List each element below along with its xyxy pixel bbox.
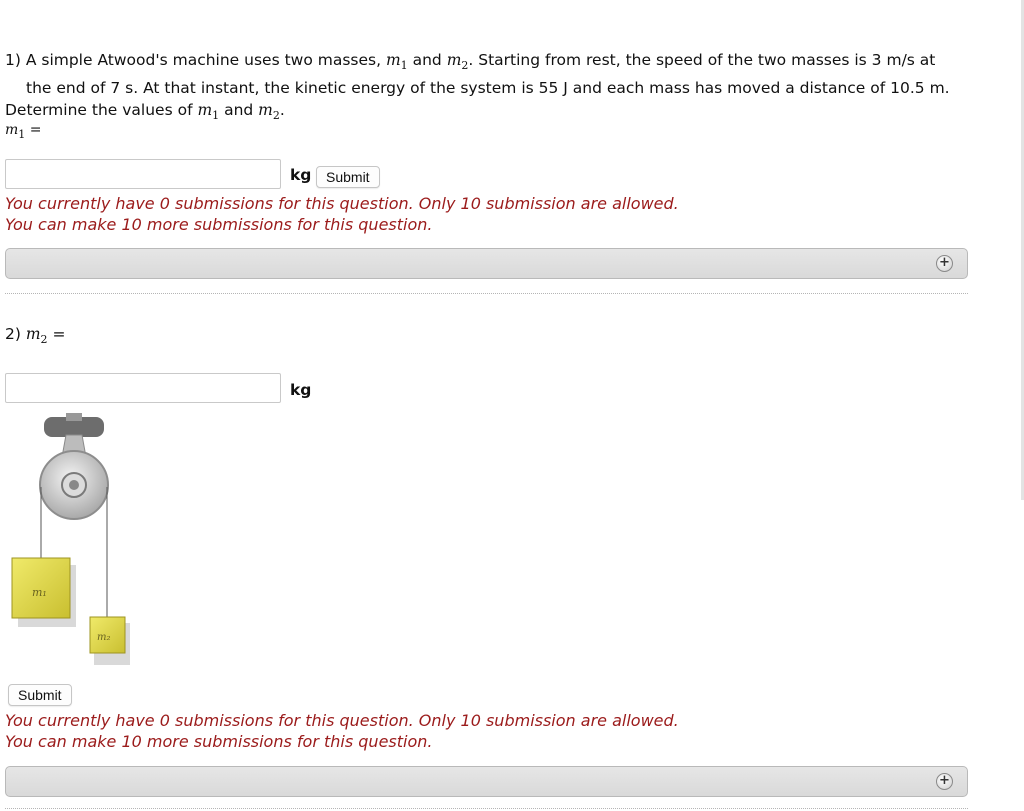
question-1-line2: the end of 7 s. At that instant, the kin… (26, 79, 950, 98)
m2-answer-input[interactable] (5, 373, 281, 403)
question-2-hint-bar[interactable]: + (5, 766, 968, 797)
question-1-text: 1) A simple Atwood's machine uses two ma… (5, 51, 950, 123)
m1-prompt: m1 = (5, 122, 42, 141)
question-1-line3: Determine the values of m1 and m2. (5, 101, 285, 123)
m1-answer-input[interactable] (5, 159, 281, 189)
atwood-machine-figure: m₁ m₂ (11, 413, 130, 665)
mass-m1-label: m₁ (32, 586, 47, 599)
plus-circle-icon[interactable]: + (936, 773, 953, 790)
m2-submit-button[interactable]: Submit (8, 684, 72, 706)
question-divider (5, 293, 968, 294)
m2-variable: m2 (446, 51, 469, 73)
m1-submit-button[interactable]: Submit (316, 166, 380, 188)
question-1-notice-line1: You currently have 0 submissions for thi… (5, 194, 679, 213)
m2-unit-label: kg (290, 381, 312, 399)
plus-circle-icon[interactable]: + (936, 255, 953, 272)
question-1-notice-line2: You can make 10 more submissions for thi… (5, 215, 433, 234)
m2-prompt: 2) m2 = (5, 325, 66, 347)
question-1-hint-bar[interactable]: + (5, 248, 968, 279)
mass-m2-label: m₂ (97, 632, 111, 643)
m1-unit-label: kg (290, 166, 312, 184)
question-2-notice: You currently have 0 submissions for thi… (5, 710, 679, 752)
question-2-notice-line1: You currently have 0 submissions for thi… (5, 711, 679, 730)
m1-variable: m1 (385, 51, 408, 73)
question-2-notice-line2: You can make 10 more submissions for thi… (5, 732, 433, 751)
bottom-divider (5, 808, 968, 809)
question-1-line1: 1) A simple Atwood's machine uses two ma… (5, 51, 386, 69)
question-1-notice: You currently have 0 submissions for thi… (5, 193, 679, 235)
